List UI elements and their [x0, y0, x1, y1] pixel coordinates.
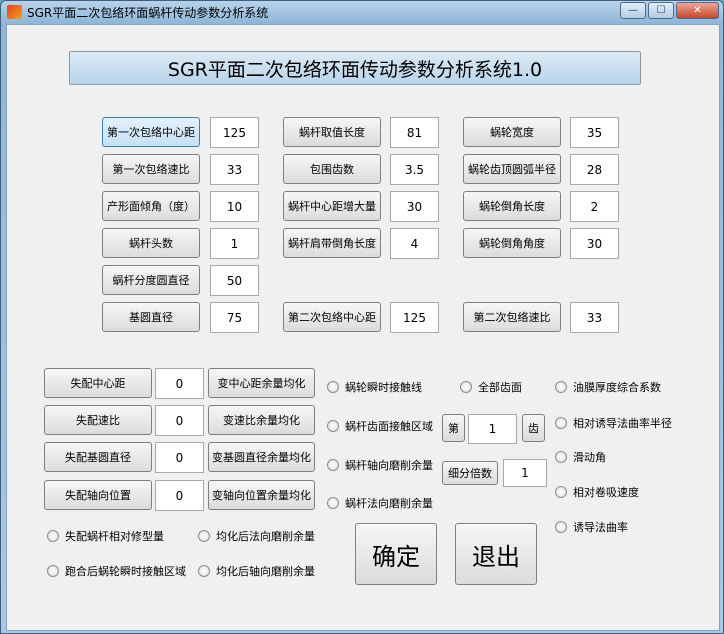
axial-equalize-button[interactable]: 变轴向位置余量均化 — [208, 480, 315, 510]
subdivision-input[interactable]: 1 — [503, 459, 547, 487]
ok-button[interactable]: 确定 — [355, 523, 437, 585]
base-equalize-button[interactable]: 变基圆直径余量均化 — [208, 442, 315, 472]
title-bar: SGR平面二次包络环面蜗杆传动参数分析系统 — ☐ ✕ — [1, 1, 724, 23]
maximize-button[interactable]: ☐ — [648, 2, 674, 19]
page-title: SGR平面二次包络环面传动参数分析系统1.0 — [69, 51, 641, 85]
radio-contact-after[interactable]: 跑合后蜗轮瞬时接触区域 — [47, 563, 186, 579]
radio-slide-angle[interactable]: 滑动角 — [555, 449, 606, 465]
second-center-distance-label[interactable]: 第二次包络中心距 — [283, 302, 381, 332]
worm-length-label[interactable]: 蜗杆取值长度 — [283, 117, 381, 147]
wheel-chamfer-length-label[interactable]: 蜗轮倒角长度 — [463, 191, 561, 221]
worm-starts-input[interactable]: 1 — [210, 228, 259, 259]
radio-oil-film[interactable]: 油膜厚度综合系数 — [555, 379, 661, 395]
radio-induced-radius[interactable]: 相对诱导法曲率半径 — [555, 415, 672, 431]
tooth-index-input[interactable]: 1 — [468, 414, 517, 444]
shoulder-chamfer-label[interactable]: 蜗杆肩带倒角长度 — [283, 228, 381, 258]
client-area: SGR平面二次包络环面传动参数分析系统1.0 第一次包络中心距 125 第一次包… — [6, 24, 720, 631]
wheel-width-input[interactable]: 35 — [570, 117, 619, 148]
radio-circle[interactable] — [47, 530, 59, 542]
radio-circle[interactable] — [460, 381, 472, 393]
radio-normal-after[interactable]: 均化后法向磨削余量 — [198, 528, 315, 544]
profile-angle-input[interactable]: 10 — [210, 191, 259, 222]
worm-pitch-diameter-label[interactable]: 蜗杆分度圆直径 — [102, 265, 200, 295]
worm-starts-label[interactable]: 蜗杆头数 — [102, 228, 200, 258]
second-ratio-input[interactable]: 33 — [570, 302, 619, 333]
radio-mod-amount[interactable]: 失配蜗杆相对修型量 — [47, 528, 164, 544]
subdivision-label-button[interactable]: 细分倍数 — [442, 461, 498, 485]
ratio-equalize-button[interactable]: 变速比余量均化 — [208, 405, 315, 435]
center-increase-label[interactable]: 蜗杆中心距增大量 — [283, 191, 381, 221]
app-icon — [7, 5, 22, 19]
radio-circle[interactable] — [198, 565, 210, 577]
radio-entrain-speed[interactable]: 相对卷吸速度 — [555, 484, 639, 500]
tooth-prefix-button[interactable]: 第 — [442, 414, 465, 442]
wheel-tip-radius-input[interactable]: 28 — [570, 154, 619, 185]
second-center-distance-input[interactable]: 125 — [390, 302, 439, 333]
close-button[interactable]: ✕ — [676, 2, 719, 19]
base-circle-diameter-label[interactable]: 基圆直径 — [102, 302, 200, 332]
app-window: SGR平面二次包络环面蜗杆传动参数分析系统 — ☐ ✕ SGR平面二次包络环面传… — [0, 0, 724, 634]
first-center-distance-label[interactable]: 第一次包络中心距 — [102, 117, 200, 147]
radio-circle[interactable] — [555, 381, 567, 393]
wheel-chamfer-length-input[interactable]: 2 — [570, 191, 619, 222]
radio-worm-axial[interactable]: 蜗杆轴向磨削余量 — [327, 457, 433, 473]
shoulder-chamfer-input[interactable]: 4 — [390, 228, 439, 259]
mismatch-center-button[interactable]: 失配中心距 — [44, 368, 152, 398]
radio-circle[interactable] — [327, 459, 339, 471]
center-equalize-button[interactable]: 变中心距余量均化 — [208, 368, 315, 398]
radio-circle[interactable] — [555, 451, 567, 463]
radio-circle[interactable] — [198, 530, 210, 542]
radio-worm-normal[interactable]: 蜗杆法向磨削余量 — [327, 495, 433, 511]
center-increase-input[interactable]: 30 — [390, 191, 439, 222]
mismatch-ratio-button[interactable]: 失配速比 — [44, 405, 152, 435]
mismatch-axial-button[interactable]: 失配轴向位置 — [44, 480, 152, 510]
radio-induced-curvature[interactable]: 诱导法曲率 — [555, 519, 628, 535]
exit-button[interactable]: 退出 — [455, 523, 537, 585]
radio-all-teeth[interactable]: 全部齿面 — [460, 379, 522, 395]
radio-worm-contact[interactable]: 蜗杆齿面接触区域 — [327, 418, 433, 434]
tooth-suffix-button[interactable]: 齿 — [522, 414, 545, 442]
window-title: SGR平面二次包络环面蜗杆传动参数分析系统 — [27, 6, 269, 20]
worm-pitch-diameter-input[interactable]: 50 — [210, 265, 259, 296]
wheel-chamfer-angle-label[interactable]: 蜗轮倒角角度 — [463, 228, 561, 258]
wrap-teeth-input[interactable]: 3.5 — [390, 154, 439, 185]
first-center-distance-input[interactable]: 125 — [210, 117, 259, 148]
radio-circle[interactable] — [555, 417, 567, 429]
wheel-tip-radius-label[interactable]: 蜗轮齿顶圆弧半径 — [463, 154, 561, 184]
wheel-chamfer-angle-input[interactable]: 30 — [570, 228, 619, 259]
mismatch-base-input[interactable]: 0 — [155, 442, 204, 473]
minimize-button[interactable]: — — [620, 2, 646, 19]
radio-axial-after[interactable]: 均化后轴向磨削余量 — [198, 563, 315, 579]
profile-angle-label[interactable]: 产形面倾角（度） — [102, 191, 200, 221]
mismatch-ratio-input[interactable]: 0 — [155, 405, 204, 436]
mismatch-axial-input[interactable]: 0 — [155, 480, 204, 511]
first-ratio-input[interactable]: 33 — [210, 154, 259, 185]
first-ratio-label[interactable]: 第一次包络速比 — [102, 154, 200, 184]
radio-circle[interactable] — [327, 420, 339, 432]
wrap-teeth-label[interactable]: 包围齿数 — [283, 154, 381, 184]
second-ratio-label[interactable]: 第二次包络速比 — [463, 302, 561, 332]
radio-circle[interactable] — [555, 521, 567, 533]
radio-contact-line[interactable]: 蜗轮瞬时接触线 — [327, 379, 422, 395]
radio-circle[interactable] — [555, 486, 567, 498]
mismatch-base-button[interactable]: 失配基圆直径 — [44, 442, 152, 472]
base-circle-diameter-input[interactable]: 75 — [210, 302, 259, 333]
wheel-width-label[interactable]: 蜗轮宽度 — [463, 117, 561, 147]
radio-circle[interactable] — [327, 497, 339, 509]
radio-circle[interactable] — [47, 565, 59, 577]
radio-circle[interactable] — [327, 381, 339, 393]
mismatch-center-input[interactable]: 0 — [155, 368, 204, 399]
worm-length-input[interactable]: 81 — [390, 117, 439, 148]
